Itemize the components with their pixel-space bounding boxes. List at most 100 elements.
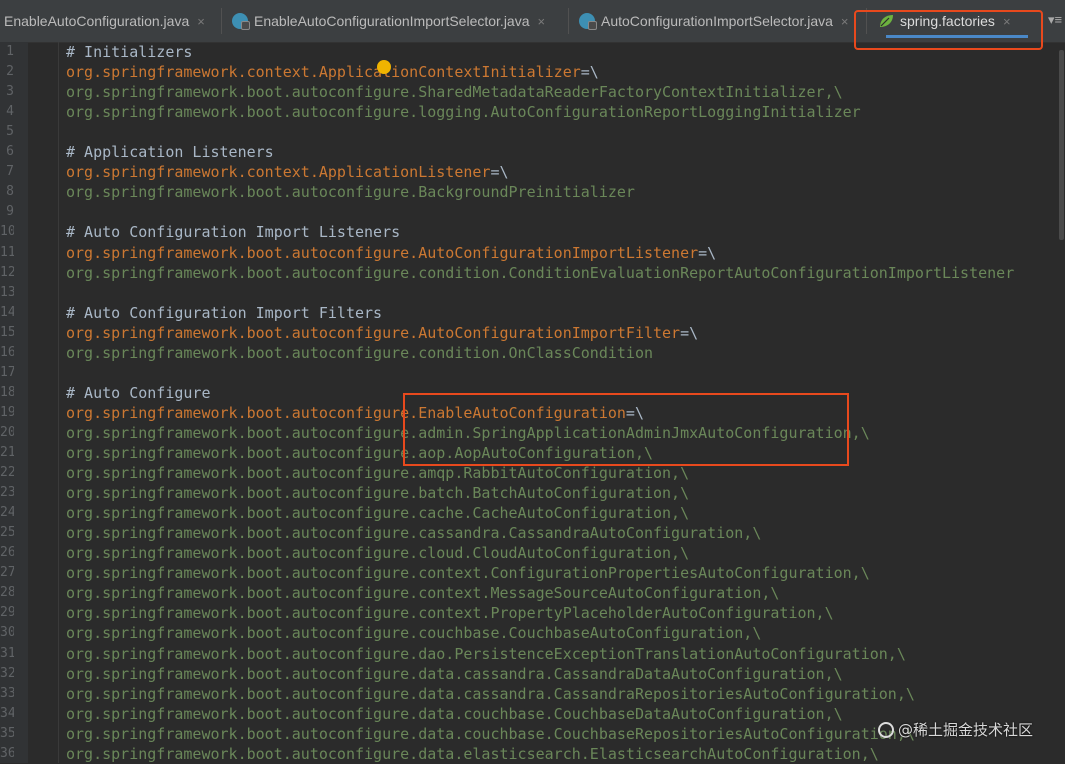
close-icon[interactable]: × [538,14,546,29]
tab-label: EnableAutoConfigurationImportSelector.ja… [254,13,530,29]
line-text: org.springframework.boot.autoconfigure.b… [66,483,689,503]
code-line[interactable]: 6 # Application Listeners [0,142,1065,162]
close-icon[interactable]: × [197,14,205,29]
line-text: org.springframework.boot.autoconfigure.d… [66,644,906,664]
token: org.springframework.boot.autoconfigure.d… [66,644,906,663]
tab-enable-auto-configuration[interactable]: EnableAutoConfiguration.java × [4,0,205,42]
code-line[interactable]: 31 org.springframework.boot.autoconfigure… [0,644,1065,664]
token: org.springframework.boot.autoconfigure.a… [66,464,690,483]
line-number: 3 [6,84,14,100]
code-line[interactable]: 2 org.springframework.context.Application… [0,62,1065,82]
token: # Initializers [66,43,193,61]
line-text: # Initializers [66,42,192,62]
tab-divider [568,8,569,34]
tab-list-menu-icon[interactable]: ▾≡ [1048,12,1062,28]
watermark: @稀土掘金技术社区 [878,719,1033,740]
code-line[interactable]: 28 org.springframework.boot.autoconfigure… [0,583,1065,603]
token: org.springframework.boot.autoconfigure.B… [66,183,635,202]
code-line[interactable]: 23 org.springframework.boot.autoconfigure… [0,483,1065,503]
code-line[interactable]: 22 org.springframework.boot.autoconfigure… [0,463,1065,483]
line-number: 19 [0,404,14,420]
code-line[interactable]: 32 org.springframework.boot.autoconfigure… [0,664,1065,684]
line-number: 15 [0,324,14,340]
token: org.springframework.boot.autoconfigure.d… [66,664,843,683]
line-number: 20 [0,424,14,440]
line-number: 23 [0,485,14,501]
token: org.springframework.boot.autoconfigure.c… [66,504,690,523]
line-text: # Auto Configure [66,383,211,403]
code-line[interactable]: 30 org.springframework.boot.autoconfigure… [0,623,1065,643]
line-text: org.springframework.boot.autoconfigure.d… [66,664,843,684]
token: # Auto Configure [66,383,211,402]
line-number: 24 [0,505,14,521]
java-class-icon [232,13,250,30]
code-line[interactable]: 7 org.springframework.context.Application… [0,162,1065,182]
line-number: 4 [6,104,14,120]
line-number: 6 [6,144,14,160]
line-number: 10 [0,224,14,240]
line-text: org.springframework.boot.autoconfigure.c… [66,623,761,643]
line-number: 22 [0,465,14,481]
line-number: 9 [6,204,14,220]
code-line[interactable]: 27 org.springframework.boot.autoconfigure… [0,563,1065,583]
token: org.springframework.boot.autoconfigure.A… [66,323,681,342]
code-line[interactable]: 26 org.springframework.boot.autoconfigure… [0,543,1065,563]
line-number: 35 [0,725,14,741]
code-line[interactable]: 14 # Auto Configuration Import Filters [0,303,1065,323]
code-line[interactable]: 13 [0,283,1065,303]
code-line[interactable]: 5 [0,122,1065,142]
line-number: 30 [0,625,14,641]
token: org.springframework.boot.autoconfigure.c… [66,263,1015,282]
line-text: # Application Listeners [66,142,274,162]
code-line[interactable]: 1 # Initializers [0,42,1065,62]
code-line[interactable]: 15 org.springframework.boot.autoconfigure… [0,323,1065,343]
code-line[interactable]: 4 org.springframework.boot.autoconfigure.… [0,102,1065,122]
code-line[interactable]: 9 [0,202,1065,222]
code-line[interactable]: 25 org.springframework.boot.autoconfigure… [0,523,1065,543]
token: # Auto Configuration Import Listeners [66,223,401,242]
line-text: org.springframework.boot.autoconfigure.c… [66,263,1014,283]
token: org.springframework.boot.autoconfigure.b… [66,484,690,503]
token: org.springframework.boot.autoconfigure.l… [66,103,861,122]
line-number: 7 [6,164,14,180]
line-text: org.springframework.boot.autoconfigure.A… [66,323,698,343]
watermark-text: @稀土掘金技术社区 [898,721,1034,739]
line-number: 33 [0,685,14,701]
line-number: 27 [0,565,14,581]
java-class-icon [579,13,597,30]
line-number: 12 [0,264,14,280]
line-text: org.springframework.context.ApplicationC… [66,62,599,82]
code-line[interactable]: 10 # Auto Configuration Import Listeners [0,222,1065,242]
token: # Application Listeners [66,143,274,162]
line-number: 32 [0,665,14,681]
close-icon[interactable]: × [841,14,849,29]
token: org.springframework.boot.autoconfigure.c… [66,604,834,623]
code-line[interactable]: 16 org.springframework.boot.autoconfigure… [0,343,1065,363]
line-number: 31 [0,645,14,661]
line-text: org.springframework.boot.autoconfigure.c… [66,543,689,563]
code-line[interactable]: 33 org.springframework.boot.autoconfigure… [0,684,1065,704]
code-line[interactable]: 36 org.springframework.boot.autoconfigure… [0,744,1065,764]
token: org.springframework.boot.autoconfigure.d… [66,724,915,743]
line-text: org.springframework.boot.autoconfigure.l… [66,102,861,122]
line-number: 21 [0,445,14,460]
token: org.springframework.context.ApplicationC… [66,63,581,82]
code-line[interactable]: 24 org.springframework.boot.autoconfigure… [0,503,1065,523]
code-line[interactable]: 8 org.springframework.boot.autoconfigure.… [0,182,1065,202]
tab-enable-auto-configuration-import-selector[interactable]: EnableAutoConfigurationImportSelector.ja… [232,0,545,42]
intention-bulb-icon[interactable] [377,60,391,74]
line-number: 29 [0,605,14,621]
code-line[interactable]: 29 org.springframework.boot.autoconfigure… [0,603,1065,623]
code-line[interactable]: 12 org.springframework.boot.autoconfigure… [0,263,1065,283]
tab-auto-configuration-import-selector[interactable]: AutoConfigurationImportSelector.java × [579,0,849,42]
vertical-scrollbar[interactable] [1059,50,1064,240]
code-line[interactable]: 17 [0,363,1065,383]
token: org.springframework.boot.autoconfigure.c… [66,624,762,643]
token: =\ [490,163,509,182]
code-line[interactable]: 11 org.springframework.boot.autoconfigure… [0,243,1065,263]
token: =\ [698,243,717,262]
code-line[interactable]: 3 org.springframework.boot.autoconfigure.… [0,82,1065,102]
tab-divider [221,8,222,34]
token: org.springframework.boot.autoconfigure.S… [66,83,843,102]
tab-label: AutoConfigurationImportSelector.java [601,13,833,29]
